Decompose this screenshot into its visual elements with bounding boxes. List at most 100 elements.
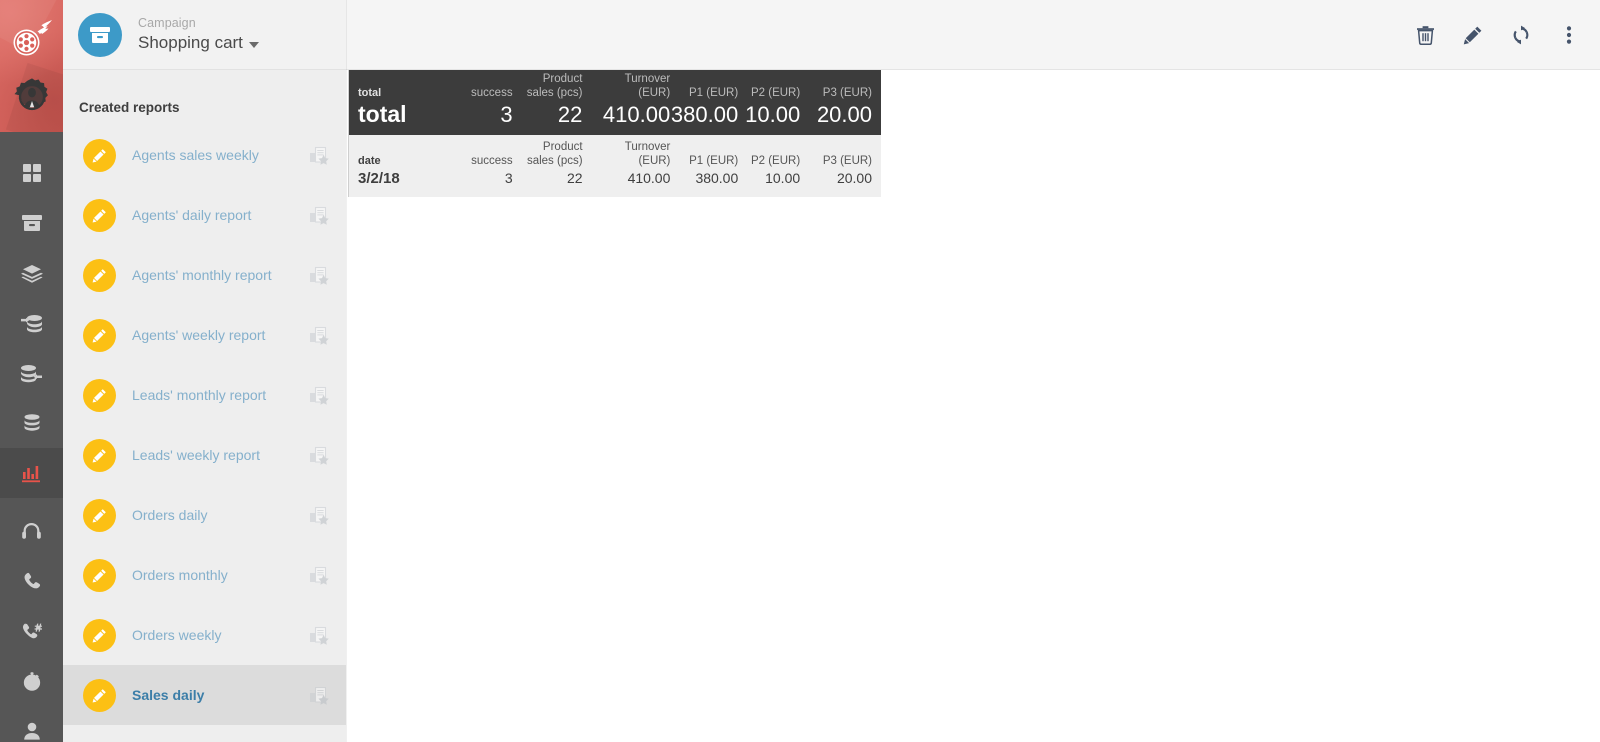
gear-person-icon[interactable] bbox=[12, 76, 52, 118]
more-options-button[interactable] bbox=[1556, 22, 1582, 48]
table-cell-p2: P2 (EUR) 10.00 bbox=[745, 87, 809, 128]
pencil-icon bbox=[92, 568, 106, 583]
list-item[interactable]: Agents' monthly report bbox=[63, 245, 346, 305]
trash-icon bbox=[1416, 25, 1434, 45]
column-header: success bbox=[471, 86, 513, 99]
cell-value: total bbox=[358, 101, 407, 127]
rail-item-user[interactable] bbox=[0, 706, 63, 742]
list-item-label: Orders daily bbox=[132, 507, 208, 523]
rail-item-monitoring[interactable] bbox=[0, 656, 63, 706]
edit-report-button[interactable] bbox=[83, 138, 116, 172]
column-header: date bbox=[358, 154, 381, 167]
rail-item-layers[interactable] bbox=[0, 248, 63, 298]
brand-panel bbox=[0, 0, 63, 132]
report-favorite-icon[interactable] bbox=[308, 624, 330, 646]
list-item[interactable]: Agents' daily report bbox=[63, 185, 346, 245]
report-favorite-icon[interactable] bbox=[308, 324, 330, 346]
pencil-icon bbox=[92, 448, 106, 463]
table-cell-p3: P3 (EUR) 20.00 bbox=[809, 155, 881, 188]
rail-item-data-import[interactable] bbox=[0, 298, 63, 348]
edit-report-button[interactable] bbox=[83, 378, 116, 412]
database-icon bbox=[24, 414, 39, 431]
rail-item-reports[interactable] bbox=[0, 448, 63, 498]
campaign-avatar bbox=[78, 12, 122, 57]
list-item[interactable]: Orders monthly bbox=[63, 545, 346, 605]
column-header: Product sales (pcs) bbox=[526, 73, 583, 99]
pencil-icon bbox=[92, 268, 106, 283]
table-cell-p2: P2 (EUR) 10.00 bbox=[747, 155, 809, 188]
phone-icon bbox=[24, 572, 40, 589]
edit-report-button[interactable] bbox=[83, 258, 116, 292]
table-cell-p1: P1 (EUR) 380.00 bbox=[679, 155, 747, 188]
column-header: Turnover (EUR) bbox=[624, 73, 671, 99]
edit-report-button[interactable] bbox=[83, 318, 116, 352]
dashboard-grid-icon bbox=[22, 164, 41, 182]
cell-value: 10.00 bbox=[765, 170, 801, 186]
rail-item-campaigns[interactable] bbox=[0, 198, 63, 248]
edit-report-button[interactable] bbox=[83, 678, 116, 712]
report-favorite-icon[interactable] bbox=[308, 204, 330, 226]
edit-report-button[interactable] bbox=[83, 198, 116, 232]
pencil-icon bbox=[92, 508, 106, 523]
report-favorite-icon[interactable] bbox=[308, 384, 330, 406]
edit-report-button[interactable] bbox=[83, 558, 116, 592]
campaign-selector[interactable]: Campaign Shopping cart bbox=[63, 0, 346, 70]
report-favorite-icon[interactable] bbox=[308, 684, 330, 706]
cell-value: 20.00 bbox=[836, 170, 873, 186]
list-item-label: Leads' weekly report bbox=[132, 447, 260, 463]
pencil-icon bbox=[92, 208, 106, 223]
list-item[interactable]: Agents sales weekly bbox=[63, 125, 346, 185]
report-favorite-icon[interactable] bbox=[308, 444, 330, 466]
rail-item-data-export[interactable] bbox=[0, 348, 63, 398]
caret-down-icon[interactable] bbox=[248, 41, 259, 48]
report-data-table: total total success 3 Product sales (pcs… bbox=[348, 70, 881, 197]
database-export-icon bbox=[21, 365, 42, 383]
report-favorite-icon[interactable] bbox=[308, 504, 330, 526]
rail-item-calls[interactable] bbox=[0, 556, 63, 606]
campaign-text: Campaign Shopping cart bbox=[138, 16, 259, 52]
rail-item-dashboard[interactable] bbox=[0, 148, 63, 198]
list-item[interactable]: Sales daily bbox=[63, 665, 346, 725]
layers-icon bbox=[20, 265, 43, 283]
database-import-icon bbox=[21, 315, 42, 333]
column-header: Product sales (pcs) bbox=[526, 141, 583, 167]
edit-button[interactable] bbox=[1460, 22, 1486, 48]
rail-item-agents[interactable] bbox=[0, 506, 63, 556]
rail-item-dialer[interactable] bbox=[0, 606, 63, 656]
list-item-label: Agents' weekly report bbox=[132, 327, 266, 343]
column-header: P2 (EUR) bbox=[750, 154, 801, 167]
cell-value: 410.00 bbox=[602, 102, 671, 127]
table-cell-turnover: Turnover (EUR) 410.00 bbox=[592, 141, 680, 187]
delete-button[interactable] bbox=[1412, 22, 1438, 48]
edit-report-button[interactable] bbox=[83, 618, 116, 652]
pencil-icon bbox=[92, 688, 106, 703]
edit-report-button[interactable] bbox=[83, 438, 116, 472]
column-header: P3 (EUR) bbox=[822, 86, 872, 99]
created-reports-heading: Created reports bbox=[79, 100, 180, 115]
report-favorite-icon[interactable] bbox=[308, 144, 330, 166]
list-item[interactable]: Agents' weekly report bbox=[63, 305, 346, 365]
edit-report-button[interactable] bbox=[83, 498, 116, 532]
refresh-button[interactable] bbox=[1508, 22, 1534, 48]
pencil-icon bbox=[92, 388, 106, 403]
cell-value: 3 bbox=[504, 170, 513, 186]
list-item[interactable]: Leads' weekly report bbox=[63, 425, 346, 485]
report-favorite-icon[interactable] bbox=[308, 564, 330, 586]
list-item[interactable]: Orders weekly bbox=[63, 605, 346, 665]
list-item-label: Orders monthly bbox=[132, 567, 228, 583]
pencil-icon bbox=[92, 148, 106, 163]
app-root: Campaign Shopping cart Created reports A… bbox=[0, 0, 1600, 742]
stopwatch-icon bbox=[23, 672, 40, 691]
rail-item-database[interactable] bbox=[0, 398, 63, 448]
list-item-label: Orders weekly bbox=[132, 627, 222, 643]
table-cell-label: total total bbox=[349, 87, 452, 128]
cell-value: 10.00 bbox=[745, 102, 801, 127]
report-favorite-icon[interactable] bbox=[308, 264, 330, 286]
list-item[interactable]: Leads' monthly report bbox=[63, 365, 346, 425]
cell-value: 380.00 bbox=[695, 170, 739, 186]
table-cell-success: success 3 bbox=[452, 155, 522, 188]
list-item[interactable]: Orders daily bbox=[63, 485, 346, 545]
comet-ball-logo-icon[interactable] bbox=[8, 16, 56, 64]
cell-value: 3 bbox=[500, 102, 513, 127]
pencil-icon bbox=[92, 628, 106, 643]
